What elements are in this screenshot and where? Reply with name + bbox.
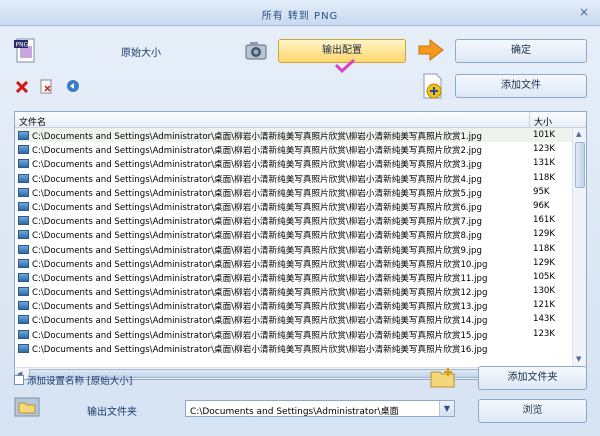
table-row[interactable]: C:\Documents and Settings\Administrator\… [15, 298, 572, 312]
image-file-icon [18, 230, 29, 240]
row-size: 123K [533, 328, 556, 339]
clear-icon[interactable] [40, 79, 53, 94]
row-size: 130K [533, 286, 556, 297]
row-size: 96K [533, 200, 550, 211]
row-filename: C:\Documents and Settings\Administrator\… [32, 302, 488, 313]
folder-add-icon[interactable] [430, 367, 456, 389]
image-file-icon [18, 343, 29, 353]
add-file-icon[interactable] [422, 73, 444, 101]
close-button[interactable]: × [576, 4, 592, 20]
table-row[interactable]: C:\Documents and Settings\Administrator\… [15, 270, 572, 284]
row-filename: C:\Documents and Settings\Administrator\… [32, 259, 488, 270]
image-file-icon [18, 216, 29, 226]
row-filename: C:\Documents and Settings\Administrator\… [32, 174, 482, 185]
row-filename: C:\Documents and Settings\Administrator\… [32, 231, 482, 242]
file-list[interactable]: 文件名 大小 C:\Documents and Settings\Adminis… [14, 111, 587, 380]
image-file-icon [18, 145, 29, 155]
browse-button[interactable]: 浏览 [478, 399, 587, 423]
image-file-icon [18, 173, 29, 183]
list-rows: C:\Documents and Settings\Administrator\… [15, 128, 572, 368]
table-row[interactable]: C:\Documents and Settings\Administrator\… [15, 327, 572, 341]
table-row[interactable]: C:\Documents and Settings\Administrator\… [15, 213, 572, 227]
ok-button[interactable]: 确定 [455, 39, 587, 63]
title-bar: 所有 转到 PNG × [0, 0, 600, 26]
row-size: 161K [533, 215, 556, 226]
row-filename: C:\Documents and Settings\Administrator\… [32, 316, 488, 327]
row-size: 123K [533, 144, 556, 155]
table-row[interactable]: C:\Documents and Settings\Administrator\… [15, 242, 572, 256]
table-row[interactable]: C:\Documents and Settings\Administrator\… [15, 171, 572, 185]
row-size: 143K [533, 314, 556, 325]
row-filename: C:\Documents and Settings\Administrator\… [32, 344, 488, 355]
image-file-icon [18, 272, 29, 282]
table-row[interactable]: C:\Documents and Settings\Administrator\… [15, 199, 572, 213]
original-size-label: 原始大小 [121, 48, 161, 59]
table-row[interactable]: C:\Documents and Settings\Administrator\… [15, 256, 572, 270]
delete-icon[interactable] [16, 81, 28, 93]
row-filename: C:\Documents and Settings\Administrator\… [32, 288, 488, 299]
row-filename: C:\Documents and Settings\Administrator\… [32, 330, 488, 341]
png-file-icon: PNG [14, 38, 35, 63]
list-header: 文件名 大小 [15, 112, 586, 128]
image-file-icon [18, 315, 29, 325]
row-filename: C:\Documents and Settings\Administrator\… [32, 160, 482, 171]
output-folder-label: 输出文件夹 [87, 407, 137, 418]
row-filename: C:\Documents and Settings\Administrator\… [32, 245, 482, 256]
table-row[interactable]: C:\Documents and Settings\Administrator\… [15, 341, 572, 355]
dialog-body: PNG 原始大小 输出配置 确定 添加文件 文件名 大小 C:\Document… [0, 27, 600, 436]
row-filename: C:\Documents and Settings\Administrator\… [32, 188, 482, 199]
row-size: 105K [533, 271, 556, 282]
image-file-icon [18, 244, 29, 254]
row-filename: C:\Documents and Settings\Administrator\… [32, 202, 482, 213]
output-folder-value: C:\Documents and Settings\Administrator\… [190, 407, 399, 417]
add-folder-button[interactable]: 添加文件夹 [478, 366, 587, 390]
column-header-size[interactable]: 大小 [529, 112, 572, 128]
table-row[interactable]: C:\Documents and Settings\Administrator\… [15, 185, 572, 199]
row-filename: C:\Documents and Settings\Administrator\… [32, 146, 482, 157]
row-filename: C:\Documents and Settings\Administrator\… [32, 217, 482, 228]
image-file-icon [18, 159, 29, 169]
add-file-button[interactable]: 添加文件 [455, 74, 587, 98]
row-size: 121K [533, 300, 556, 311]
row-filename: C:\Documents and Settings\Administrator\… [32, 132, 482, 142]
image-file-icon [18, 301, 29, 311]
image-file-icon [18, 201, 29, 211]
table-row[interactable]: C:\Documents and Settings\Administrator\… [15, 312, 572, 326]
vertical-scroll-thumb[interactable] [575, 142, 585, 188]
output-folder-select[interactable]: C:\Documents and Settings\Administrator\… [185, 400, 455, 417]
vertical-scrollbar[interactable]: ▲ ▼ [572, 128, 586, 366]
arrow-right-icon [418, 39, 444, 61]
column-header-filename[interactable]: 文件名 [19, 115, 46, 128]
refresh-icon[interactable] [66, 79, 80, 93]
add-setting-name-checkbox[interactable] [14, 375, 24, 385]
image-file-icon [18, 329, 29, 339]
table-row[interactable]: C:\Documents and Settings\Administrator\… [15, 284, 572, 298]
folder-icon [14, 397, 40, 417]
image-file-icon [18, 187, 29, 197]
add-setting-name-label: 添加设置名称 [原始大小] [27, 376, 133, 387]
camera-icon[interactable] [244, 40, 268, 62]
check-mark-icon [334, 59, 356, 73]
row-size: 131K [533, 158, 556, 169]
table-row[interactable]: C:\Documents and Settings\Administrator\… [15, 156, 572, 170]
table-row[interactable]: C:\Documents and Settings\Administrator\… [15, 128, 572, 143]
image-file-icon [18, 287, 29, 297]
svg-text:PNG: PNG [16, 42, 29, 49]
scroll-down-icon[interactable]: ▼ [576, 354, 581, 364]
table-row[interactable]: C:\Documents and Settings\Administrator\… [15, 227, 572, 241]
table-row[interactable]: C:\Documents and Settings\Administrator\… [15, 142, 572, 156]
image-file-icon [18, 258, 29, 268]
row-filename: C:\Documents and Settings\Administrator\… [32, 273, 488, 284]
row-size: 118K [533, 172, 556, 183]
row-size: 95K [533, 186, 550, 197]
row-size: 129K [533, 257, 556, 268]
chevron-down-icon[interactable]: ▼ [439, 401, 454, 416]
window-title: 所有 转到 PNG [261, 11, 339, 22]
row-size: 129K [533, 229, 556, 240]
row-size: 118K [533, 243, 556, 254]
row-size: 101K [533, 130, 556, 140]
image-file-icon [18, 131, 29, 140]
scroll-up-icon[interactable]: ▲ [576, 129, 581, 139]
